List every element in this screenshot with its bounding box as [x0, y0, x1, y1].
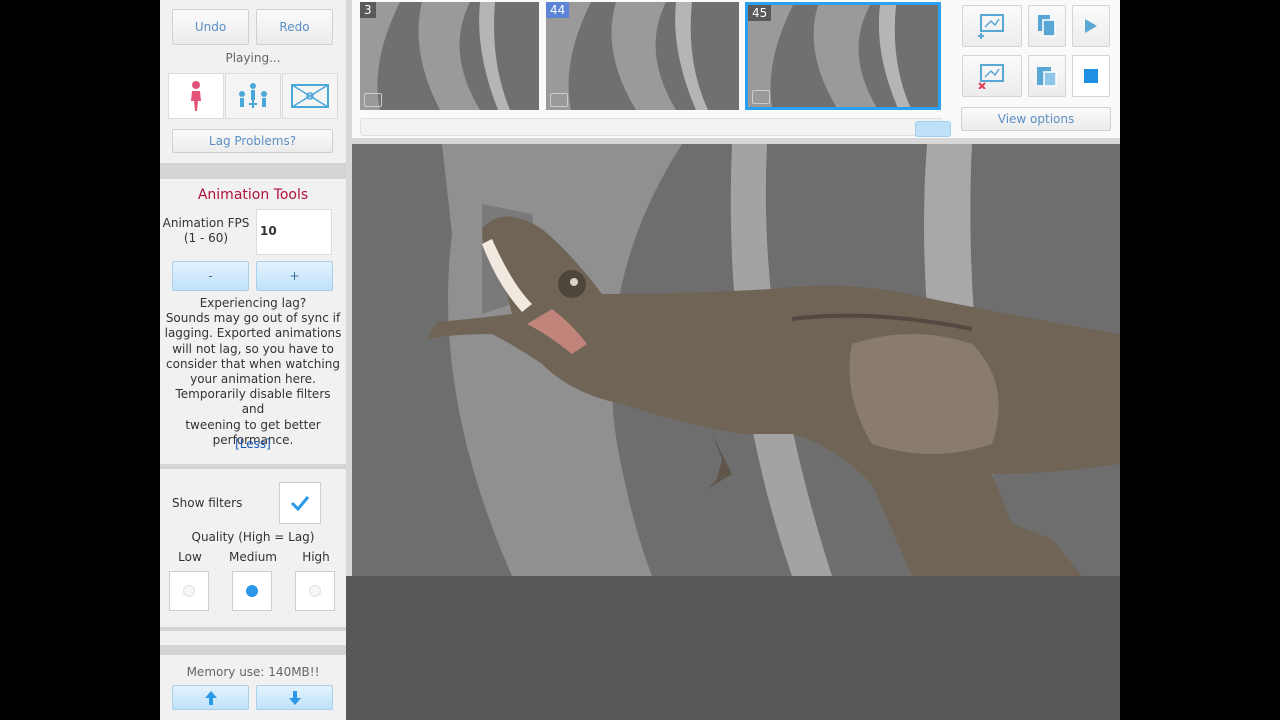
quality-low-label: Low [178, 550, 202, 564]
stop-icon [1084, 69, 1098, 83]
arrow-up-icon [204, 690, 217, 705]
redo-button[interactable]: Redo [256, 9, 333, 45]
fps-input[interactable]: 10 [256, 209, 332, 255]
frame-options-icon[interactable] [752, 90, 770, 104]
frame-options-icon[interactable] [364, 93, 382, 107]
lag-info-line: lagging. Exported animations [164, 326, 342, 341]
quality-low-radio[interactable] [169, 571, 209, 611]
less-link[interactable]: [Less] [160, 437, 346, 451]
scene-mode-button[interactable] [282, 73, 338, 119]
lag-info-line: your animation here. [190, 372, 316, 387]
timeline-frame[interactable]: 3 [360, 2, 539, 110]
group-figures-mode-button[interactable] [225, 73, 281, 119]
animation-tools-section: Animation Tools Animation FPS (1 - 60) 1… [160, 179, 346, 464]
collapsed-section [160, 631, 346, 645]
quality-medium-radio[interactable] [232, 571, 272, 611]
frame-thumbnail [546, 2, 708, 110]
frame-thumbnail [748, 5, 911, 107]
add-frame-icon [978, 14, 1004, 39]
quality-medium-label: Medium [229, 550, 277, 564]
fps-increase-button[interactable]: + [256, 261, 333, 291]
lag-info-text: Experiencing lag? Sounds may go out of sy… [164, 296, 342, 448]
show-filters-checkbox[interactable] [279, 482, 321, 524]
fps-decrease-button[interactable]: - [172, 261, 249, 291]
animation-canvas[interactable] [352, 144, 1120, 576]
timeline-scroll-thumb[interactable] [915, 121, 951, 137]
left-panel: Undo Redo Playing... Lag Problems? Anima… [160, 0, 346, 720]
play-icon [1085, 19, 1097, 33]
timeline-frame-selected[interactable]: 45 [745, 2, 941, 110]
lag-info-line: will not lag, so you have to [172, 341, 334, 356]
quality-high-label: High [302, 550, 330, 564]
memory-usage-label: Memory use: 140MB!! [186, 665, 320, 679]
canvas-scene [427, 144, 1120, 576]
playback-status: Playing... [225, 51, 281, 65]
memory-section: Memory use: 140MB!! [160, 655, 346, 720]
quality-high-radio[interactable] [295, 571, 335, 611]
add-frame-button[interactable] [962, 5, 1022, 47]
frame-number: 44 [546, 2, 570, 18]
frame-number: 45 [748, 5, 772, 21]
lag-info-line: tweening to get better [185, 417, 321, 432]
scene-icon [291, 84, 329, 108]
history-section: Undo Redo Playing... Lag Problems? [160, 0, 346, 163]
delete-frame-icon [978, 64, 1004, 89]
play-button[interactable] [1072, 5, 1110, 47]
group-figures-icon [239, 83, 267, 108]
paste-icon [1037, 67, 1057, 87]
timeline-strip: 3 44 45 View options [352, 0, 1120, 138]
paste-frame-button[interactable] [1028, 55, 1066, 97]
canvas-background-area [346, 576, 1120, 720]
lag-info-line: consider that when watching [166, 356, 340, 371]
arrow-down-icon [288, 690, 301, 705]
lag-info-line: Experiencing lag? [199, 296, 307, 310]
move-panel-down-button[interactable] [256, 685, 333, 710]
lag-info-line: Sounds may go out of sync if [165, 311, 341, 326]
frame-number: 3 [360, 2, 376, 18]
copy-icon [1038, 15, 1056, 37]
animation-tools-title: Animation Tools [197, 187, 309, 203]
frame-thumbnail [360, 2, 510, 110]
delete-frame-button[interactable] [962, 55, 1022, 97]
lag-info-line: Temporarily disable filters and [175, 387, 331, 417]
stop-button[interactable] [1072, 55, 1110, 97]
view-options-button[interactable]: View options [961, 107, 1111, 131]
move-panel-up-button[interactable] [172, 685, 249, 710]
fps-label: Animation FPS (1 - 60) [162, 216, 250, 245]
show-filters-label: Show filters [172, 496, 243, 510]
timeline-frame[interactable]: 44 [546, 2, 739, 110]
single-figure-icon [191, 81, 201, 111]
app-window: Undo Redo Playing... Lag Problems? Anima… [160, 0, 1120, 720]
checkmark-icon [290, 496, 310, 511]
timeline-scrollbar[interactable] [360, 118, 951, 137]
copy-frame-button[interactable] [1028, 5, 1066, 47]
lag-problems-button[interactable]: Lag Problems? [172, 129, 333, 153]
frame-options-icon[interactable] [550, 93, 568, 107]
quality-label: Quality (High = Lag) [191, 530, 315, 544]
single-figure-mode-button[interactable] [168, 73, 224, 119]
undo-button[interactable]: Undo [172, 9, 249, 45]
